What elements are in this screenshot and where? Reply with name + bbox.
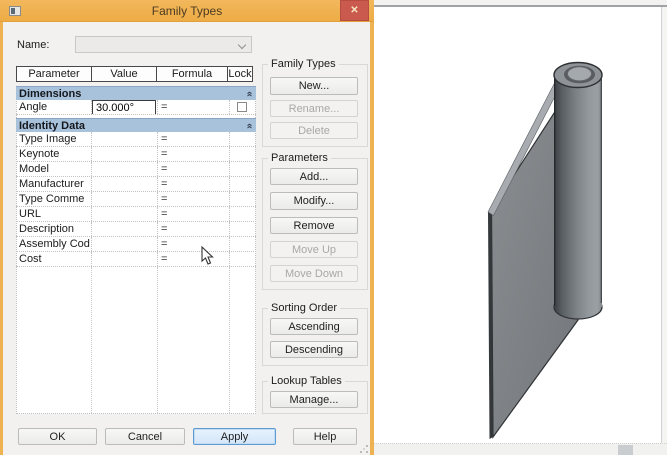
- modify-button[interactable]: Modify...: [270, 192, 358, 210]
- param-formula-cell[interactable]: =: [158, 100, 230, 114]
- column-header-parameter: Parameter: [16, 66, 92, 82]
- param-name: Model: [16, 162, 92, 176]
- param-formula-cell[interactable]: =: [158, 177, 230, 191]
- param-formula-cell[interactable]: =: [158, 132, 230, 146]
- dialog-border-left: [0, 0, 3, 455]
- category-header-dimensions[interactable]: Dimensions «: [16, 86, 256, 100]
- close-icon: ✕: [350, 5, 359, 16]
- hinge-3d-model: [487, 61, 603, 439]
- category-header-identity-data[interactable]: Identity Data «: [16, 118, 256, 132]
- param-name: Assembly Cod: [16, 237, 92, 251]
- param-lock-cell: [230, 252, 256, 266]
- param-value-cell[interactable]: [92, 162, 158, 176]
- parameter-row: Description =: [16, 222, 256, 237]
- param-value-cell[interactable]: [92, 237, 158, 251]
- param-value-cell[interactable]: [92, 252, 158, 266]
- param-lock-cell: [230, 162, 256, 176]
- param-name: Cost: [16, 252, 92, 266]
- resize-grip[interactable]: [359, 444, 369, 454]
- param-name: Type Comme: [16, 192, 92, 206]
- move-up-button: Move Up: [270, 241, 358, 258]
- help-button[interactable]: Help: [293, 428, 357, 445]
- type-name-select[interactable]: [75, 36, 252, 53]
- parameter-row: Cost =: [16, 252, 256, 267]
- add-button[interactable]: Add...: [270, 168, 358, 185]
- parameter-row: Manufacturer =: [16, 177, 256, 192]
- family-types-dialog: Family Types ✕ Name: Parameter Value For…: [0, 0, 374, 455]
- param-lock-cell: [230, 132, 256, 146]
- param-name: URL: [16, 207, 92, 221]
- dialog-titlebar[interactable]: Family Types ✕: [0, 0, 374, 22]
- param-lock-cell: [230, 100, 256, 114]
- remove-button[interactable]: Remove: [270, 217, 358, 234]
- close-button[interactable]: ✕: [340, 0, 369, 21]
- param-lock-cell: [230, 207, 256, 221]
- mouse-cursor: [201, 246, 214, 265]
- collapse-icon[interactable]: «: [242, 91, 256, 97]
- manage-button[interactable]: Manage...: [270, 391, 358, 408]
- param-formula-cell[interactable]: =: [158, 162, 230, 176]
- param-lock-cell: [230, 177, 256, 191]
- param-formula-cell[interactable]: =: [158, 207, 230, 221]
- ascending-button[interactable]: Ascending: [270, 318, 358, 335]
- parameter-row: Type Image =: [16, 132, 256, 147]
- param-lock-cell: [230, 237, 256, 251]
- move-down-button: Move Down: [270, 265, 358, 282]
- parameter-row: Keynote =: [16, 147, 256, 162]
- param-name: Keynote: [16, 147, 92, 161]
- collapse-icon[interactable]: «: [242, 123, 256, 129]
- param-formula-cell[interactable]: =: [158, 192, 230, 206]
- param-value-cell[interactable]: [92, 147, 158, 161]
- param-lock-cell: [230, 192, 256, 206]
- column-header-value: Value: [91, 66, 157, 82]
- hinge-pin-top: [567, 66, 592, 82]
- new-button[interactable]: New...: [270, 77, 358, 95]
- column-header-lock: Lock: [227, 66, 253, 82]
- cancel-button[interactable]: Cancel: [105, 428, 185, 445]
- table-empty-area: [16, 267, 256, 414]
- hinge-barrel: [554, 75, 602, 307]
- param-formula-cell[interactable]: =: [158, 147, 230, 161]
- param-name: Angle: [16, 100, 92, 114]
- param-name: Description: [16, 222, 92, 236]
- parameter-table: Parameter Value Formula Lock Dimensions …: [16, 66, 256, 414]
- param-name: Type Image: [16, 132, 92, 146]
- chevron-down-icon: [239, 42, 246, 49]
- param-formula-cell[interactable]: =: [158, 237, 230, 251]
- parameter-row: Model =: [16, 162, 256, 177]
- revit-family-editor-screen: Family Types ✕ Name: Parameter Value For…: [0, 0, 667, 455]
- rename-button: Rename...: [270, 100, 358, 117]
- apply-button[interactable]: Apply: [193, 428, 276, 445]
- ok-button[interactable]: OK: [18, 428, 97, 445]
- param-value-cell[interactable]: [92, 192, 158, 206]
- param-value-cell[interactable]: [92, 207, 158, 221]
- horizontal-scrollbar-thumb[interactable]: [618, 445, 633, 455]
- dialog-border-right: [370, 0, 374, 455]
- descending-button[interactable]: Descending: [270, 341, 358, 358]
- param-value-cell[interactable]: [92, 132, 158, 146]
- column-header-formula: Formula: [156, 66, 228, 82]
- parameter-row-angle: Angle =: [16, 100, 256, 115]
- param-value-cell[interactable]: [92, 177, 158, 191]
- 3d-viewport[interactable]: [374, 0, 667, 455]
- name-label: Name:: [17, 39, 50, 51]
- dialog-title: Family Types: [151, 4, 223, 18]
- param-formula-cell[interactable]: =: [158, 252, 230, 266]
- param-formula-cell[interactable]: =: [158, 222, 230, 236]
- parameter-row: Assembly Cod =: [16, 237, 256, 252]
- lock-checkbox[interactable]: [237, 102, 247, 112]
- parameter-row: URL =: [16, 207, 256, 222]
- delete-button: Delete: [270, 122, 358, 139]
- param-name: Manufacturer: [16, 177, 92, 191]
- param-lock-cell: [230, 222, 256, 236]
- table-header-row: Parameter Value Formula Lock: [16, 66, 256, 82]
- param-lock-cell: [230, 147, 256, 161]
- param-value-cell[interactable]: [92, 100, 158, 114]
- viewport-bottom-bar: [374, 443, 667, 455]
- angle-value-input[interactable]: [92, 100, 156, 114]
- parameter-row: Type Comme =: [16, 192, 256, 207]
- param-value-cell[interactable]: [92, 222, 158, 236]
